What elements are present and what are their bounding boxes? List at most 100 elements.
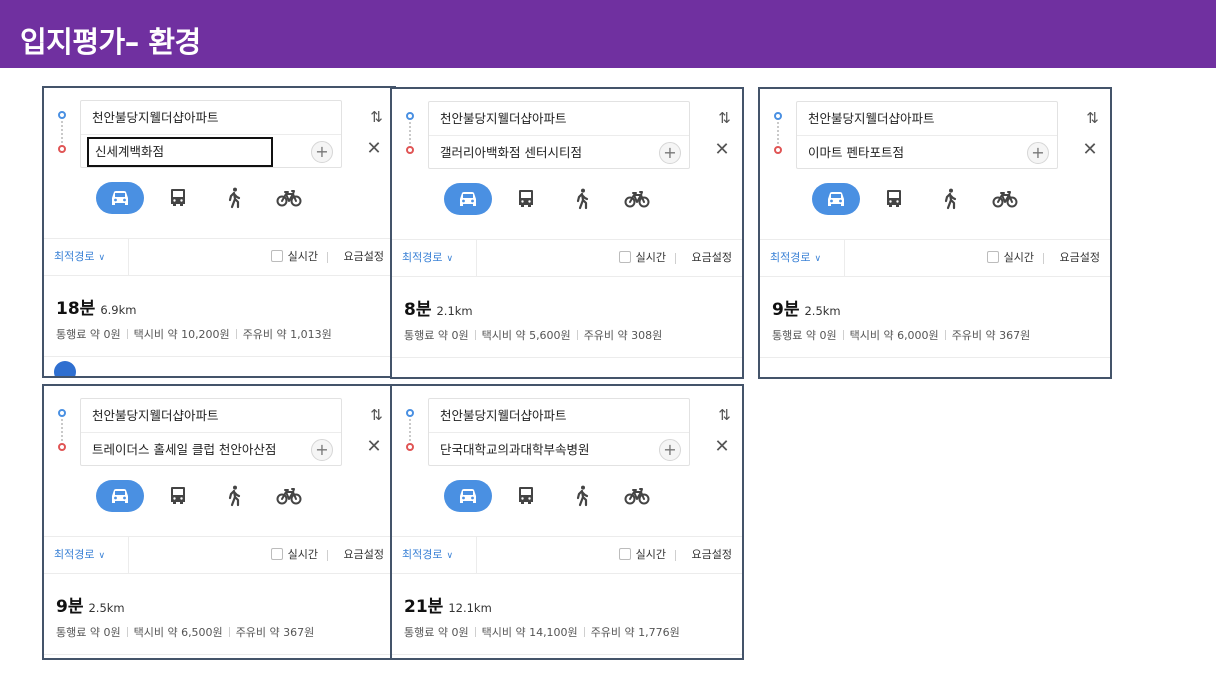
route-marker-icon (54, 361, 76, 376)
checkbox-icon[interactable] (986, 251, 999, 263)
swap-arrows-icon[interactable]: ⇅ (714, 109, 732, 127)
walk-mode-button[interactable] (558, 480, 606, 512)
walk-mode-button[interactable] (926, 183, 974, 215)
origin-input[interactable]: 천안불당지웰더샵아파트 (429, 399, 689, 433)
divider (675, 550, 676, 561)
duration: 21분 (404, 597, 444, 617)
destination-input[interactable]: 트레이더스 홀세일 클럽 천안아산점 (81, 433, 341, 467)
best-route-dropdown[interactable]: 최적경로 ∨ (770, 240, 821, 277)
car-mode-button[interactable] (444, 183, 492, 215)
route-inputs: 천안불당지웰더샵아파트 갤러리아백화점 센터시티점 + (428, 101, 690, 169)
bike-mode-button[interactable] (980, 183, 1028, 215)
route-summary[interactable]: 8분 2.1km (404, 295, 724, 323)
fare-setting-button[interactable]: 요금설정 (692, 537, 732, 573)
bus-mode-button[interactable] (154, 182, 202, 214)
best-route-dropdown[interactable]: 최적경로 ∨ (402, 537, 453, 574)
bike-mode-button[interactable] (264, 182, 312, 214)
bicycle-icon (992, 191, 1018, 208)
car-icon (828, 192, 844, 206)
car-mode-button[interactable] (96, 182, 144, 214)
realtime-toggle[interactable]: 실시간 (270, 537, 318, 573)
origin-dot-icon (58, 111, 66, 119)
best-route-dropdown[interactable]: 최적경로 ∨ (54, 239, 105, 276)
walk-mode-button[interactable] (558, 183, 606, 215)
swap-arrows-icon[interactable]: ⇅ (366, 108, 384, 126)
route-costs: 통행료 약 0원 택시비 약 6,500원 주유비 약 367원 (56, 624, 314, 640)
walk-mode-button[interactable] (210, 182, 258, 214)
destination-input[interactable]: 이마트 펜타포트점 (797, 136, 1057, 170)
route-summary[interactable]: 9분 2.5km (56, 592, 376, 620)
bike-mode-button[interactable] (612, 480, 660, 512)
divider (476, 537, 477, 573)
origin-input[interactable]: 천안불당지웰더샵아파트 (797, 102, 1057, 136)
origin-input[interactable]: 천안불당지웰더샵아파트 (81, 399, 341, 433)
divider (842, 330, 844, 340)
car-mode-button[interactable] (812, 183, 860, 215)
close-icon[interactable]: ✕ (365, 140, 383, 158)
destination-dot-icon (406, 443, 414, 451)
car-mode-button[interactable] (96, 480, 144, 512)
route-panel: 천안불당지웰더샵아파트 트레이더스 홀세일 클럽 천안아산점 + ⇅ ✕ 최적경… (42, 384, 396, 660)
bus-mode-button[interactable] (502, 480, 550, 512)
swap-arrows-icon[interactable]: ⇅ (714, 406, 732, 424)
realtime-toggle[interactable]: 실시간 (618, 537, 666, 573)
checkbox-icon[interactable] (270, 548, 283, 560)
chevron-down-icon: ∨ (98, 551, 106, 561)
bus-mode-button[interactable] (154, 480, 202, 512)
checkbox-icon[interactable] (270, 250, 283, 262)
plus-icon[interactable]: + (659, 439, 681, 461)
realtime-toggle[interactable]: 실시간 (986, 240, 1034, 276)
route-costs: 통행료 약 0원 택시비 약 6,000원 주유비 약 367원 (772, 327, 1030, 343)
origin-input[interactable]: 천안불당지웰더샵아파트 (81, 101, 341, 135)
close-icon[interactable]: ✕ (1081, 141, 1099, 159)
divider (583, 627, 585, 637)
realtime-toggle[interactable]: 실시간 (270, 239, 318, 275)
realtime-toggle[interactable]: 실시간 (618, 240, 666, 276)
plus-icon[interactable]: + (659, 142, 681, 164)
route-summary[interactable]: 21분 12.1km (404, 592, 724, 620)
plus-icon[interactable]: + (311, 141, 333, 163)
fuel-cost: 주유비 약 308원 (583, 329, 663, 342)
divider (128, 537, 129, 573)
route-connector (61, 419, 63, 441)
plus-icon[interactable]: + (311, 439, 333, 461)
swap-arrows-icon[interactable]: ⇅ (366, 406, 384, 424)
fare-setting-button[interactable]: 요금설정 (692, 240, 732, 276)
route-summary[interactable]: 9분 2.5km (772, 295, 1092, 323)
close-icon[interactable]: ✕ (713, 438, 731, 456)
page-title: 입지평가– 환경 (20, 25, 201, 59)
origin-dot-icon (406, 112, 414, 120)
route-summary[interactable]: 18분 6.9km (56, 294, 376, 322)
taxi-cost: 택시비 약 10,200원 (133, 328, 230, 341)
destination-input[interactable]: 신세계백화점 (87, 137, 273, 167)
realtime-label: 실시간 (287, 250, 318, 263)
bus-mode-button[interactable] (870, 183, 918, 215)
checkbox-icon[interactable] (618, 251, 631, 263)
destination-input[interactable]: 단국대학교의과대학부속병원 (429, 433, 689, 467)
fare-setting-button[interactable]: 요금설정 (344, 239, 384, 275)
best-route-label: 최적경로 (402, 548, 443, 561)
best-route-dropdown[interactable]: 최적경로 ∨ (54, 537, 105, 574)
plus-icon[interactable]: + (1027, 142, 1049, 164)
best-route-dropdown[interactable]: 최적경로 ∨ (402, 240, 453, 277)
transport-modes (444, 480, 684, 512)
fare-setting-button[interactable]: 요금설정 (1060, 240, 1100, 276)
checkbox-icon[interactable] (618, 548, 631, 560)
car-mode-button[interactable] (444, 480, 492, 512)
bike-mode-button[interactable] (264, 480, 312, 512)
origin-dot-icon (774, 112, 782, 120)
fare-setting-button[interactable]: 요금설정 (344, 537, 384, 573)
route-options-bar: 최적경로 ∨ 실시간 요금설정 (760, 239, 1110, 277)
close-icon[interactable]: ✕ (713, 141, 731, 159)
swap-arrows-icon[interactable]: ⇅ (1082, 109, 1100, 127)
bus-icon (887, 190, 901, 207)
bus-mode-button[interactable] (502, 183, 550, 215)
realtime-label: 실시간 (1003, 251, 1034, 264)
bike-mode-button[interactable] (612, 183, 660, 215)
destination-input[interactable]: 갤러리아백화점 센터시티점 (429, 136, 689, 170)
walk-mode-button[interactable] (210, 480, 258, 512)
close-icon[interactable]: ✕ (365, 438, 383, 456)
fuel-cost: 주유비 약 1,013원 (242, 328, 332, 341)
divider (235, 329, 237, 339)
origin-input[interactable]: 천안불당지웰더샵아파트 (429, 102, 689, 136)
